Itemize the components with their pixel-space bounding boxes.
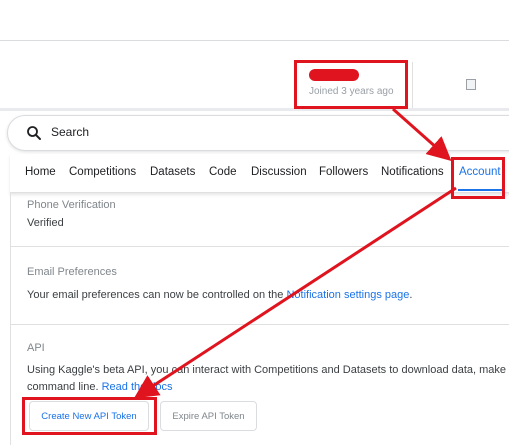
section-divider <box>10 324 509 325</box>
annotation-arrows <box>133 107 457 399</box>
tab-notifications[interactable]: Notifications <box>381 166 444 178</box>
phone-verification-status: Verified <box>27 217 64 229</box>
section-divider <box>10 246 509 247</box>
tab-home[interactable]: Home <box>25 166 56 178</box>
expire-api-token-button[interactable]: Expire API Token <box>160 401 257 431</box>
broken-image-icon <box>466 79 476 90</box>
tab-discussion[interactable]: Discussion <box>251 166 307 178</box>
api-title: API <box>27 342 45 354</box>
profile-name-redacted <box>309 69 359 81</box>
api-description: Using Kaggle's beta API, you can interac… <box>27 364 507 376</box>
joined-date: Joined 3 years ago <box>309 86 394 97</box>
tab-account[interactable]: Account <box>459 166 501 178</box>
search-input[interactable]: Search <box>51 125 89 139</box>
profile-divider <box>412 62 413 108</box>
tab-code[interactable]: Code <box>209 166 237 178</box>
top-divider <box>0 40 509 41</box>
panel-left-border <box>10 192 11 445</box>
search-icon <box>27 126 41 140</box>
highlight-box-joined <box>294 60 408 109</box>
tab-datasets[interactable]: Datasets <box>150 166 195 178</box>
read-the-docs-link[interactable]: Read the docs <box>102 381 173 393</box>
tab-active-underline <box>458 189 502 191</box>
email-preferences-text: Your email preferences can now be contro… <box>27 289 413 301</box>
tab-followers[interactable]: Followers <box>319 166 368 178</box>
create-api-token-button[interactable]: Create New API Token <box>29 401 149 431</box>
phone-verification-title: Phone Verification <box>27 199 116 211</box>
email-preferences-title: Email Preferences <box>27 266 117 278</box>
tab-competitions[interactable]: Competitions <box>69 166 136 178</box>
notification-settings-link[interactable]: Notification settings page <box>286 289 409 301</box>
profile-bottom-border <box>0 108 509 111</box>
api-description-line2: command line. Read the docs <box>27 381 173 393</box>
search-bar[interactable]: Search <box>7 115 509 151</box>
profile-tabs: Home Competitions Datasets Code Discussi… <box>10 154 509 193</box>
